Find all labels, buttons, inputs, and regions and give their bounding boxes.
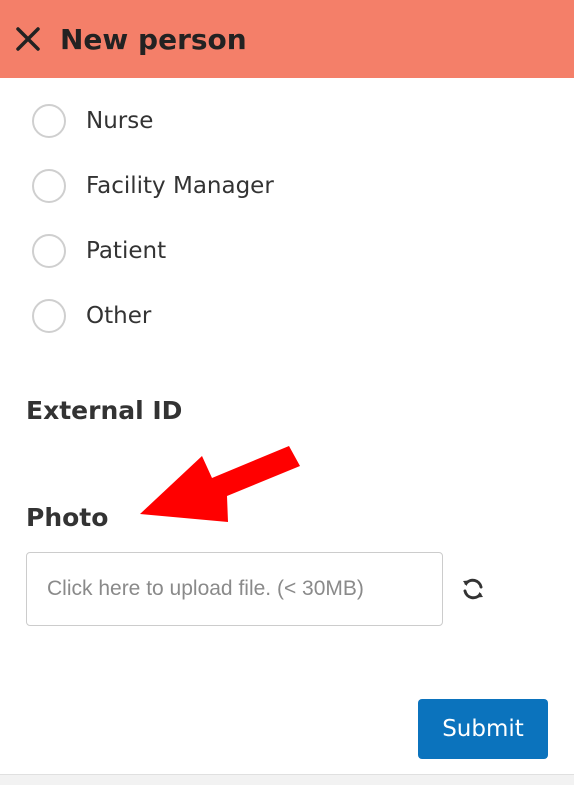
red-arrow-icon	[140, 446, 300, 522]
